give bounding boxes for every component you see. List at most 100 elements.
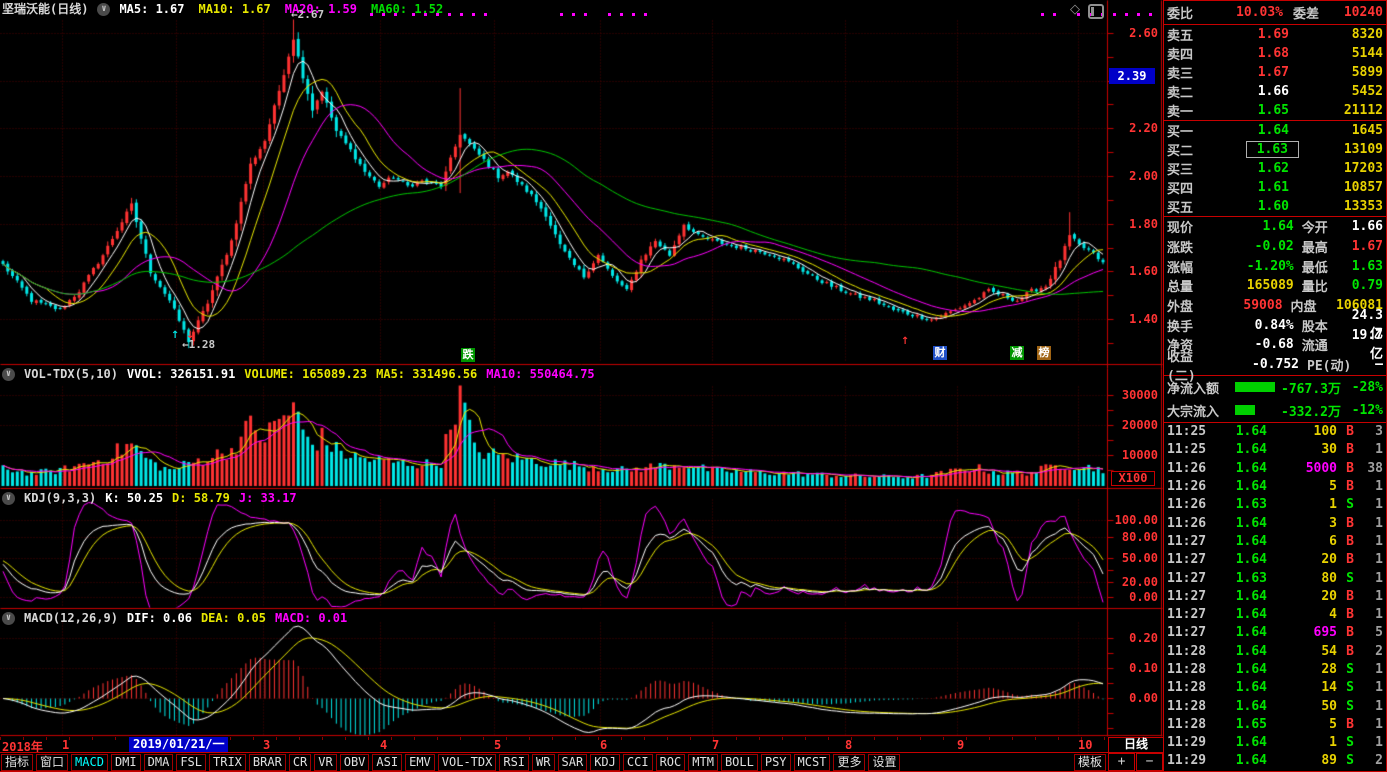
tick-time: 11:29 bbox=[1167, 735, 1211, 750]
toolbar-button-设置[interactable]: 设置 bbox=[868, 754, 900, 771]
sell-queue[interactable]: 卖五1.698320卖四1.685144卖三1.675899卖二1.665452… bbox=[1164, 25, 1386, 120]
queue-volume: 21112 bbox=[1289, 103, 1383, 118]
zoom-out-button[interactable]: − bbox=[1136, 753, 1163, 771]
collapse-chevron-icon[interactable]: ∨ bbox=[2, 492, 15, 505]
toolbar-button-mcst[interactable]: MCST bbox=[794, 754, 831, 771]
toolbar-button-obv[interactable]: OBV bbox=[340, 754, 370, 771]
order-queue-row[interactable]: 买一1.641645 bbox=[1164, 121, 1386, 140]
toolbar-button-vr[interactable]: VR bbox=[314, 754, 336, 771]
order-queue-row[interactable]: 买二1.6313109 bbox=[1164, 140, 1386, 159]
order-queue-row[interactable]: 卖一1.6521112 bbox=[1164, 101, 1386, 120]
timeline-axis[interactable]: 2018年 2019/01/21/一 1345678910 bbox=[0, 737, 1108, 752]
toolbar-button-macd[interactable]: MACD bbox=[71, 754, 108, 771]
indicator-toolbar-strip: 指标窗口MACDDMIDMAFSLTRIXBRARCRVROBVASIEMVVO… bbox=[0, 752, 1163, 772]
tick-count: 1 bbox=[1363, 680, 1383, 695]
toolbar-button-emv[interactable]: EMV bbox=[405, 754, 435, 771]
event-badge[interactable]: 减 bbox=[1010, 346, 1024, 360]
order-queue-row[interactable]: 买三1.6217203 bbox=[1164, 159, 1386, 178]
toolbar-button-cci[interactable]: CCI bbox=[623, 754, 653, 771]
toolbar-button-boll[interactable]: BOLL bbox=[721, 754, 758, 771]
signal-dot-icon bbox=[620, 13, 623, 16]
tick-volume: 30 bbox=[1267, 442, 1337, 457]
toolbar-button-fsl[interactable]: FSL bbox=[176, 754, 206, 771]
tick-count: 2 bbox=[1363, 644, 1383, 659]
tick-volume: 20 bbox=[1267, 589, 1337, 604]
tick-row: 11:261.645B1 bbox=[1164, 477, 1386, 495]
tick-volume: 4 bbox=[1267, 607, 1337, 622]
toolbar-button-mtm[interactable]: MTM bbox=[688, 754, 718, 771]
order-queue-row[interactable]: 卖四1.685144 bbox=[1164, 44, 1386, 63]
stat-label: 今开 bbox=[1302, 217, 1352, 236]
signal-dot-icon bbox=[460, 13, 463, 16]
order-queue-row[interactable]: 卖五1.698320 bbox=[1164, 25, 1386, 44]
toolbar-button-roc[interactable]: ROC bbox=[656, 754, 686, 771]
event-badge[interactable]: 财 bbox=[933, 346, 947, 360]
toolbar-button-dma[interactable]: DMA bbox=[144, 754, 174, 771]
price-axis-label: 1.60 bbox=[1109, 265, 1158, 277]
order-queue-row[interactable]: 卖二1.665452 bbox=[1164, 82, 1386, 101]
vol-header-value: MA10: 550464.75 bbox=[486, 366, 594, 382]
stat-label: 涨幅 bbox=[1167, 257, 1217, 276]
queue-price: 1.68 bbox=[1223, 46, 1289, 61]
kdj-header-value: D: 58.79 bbox=[172, 490, 230, 506]
tick-trade-list[interactable]: 11:251.64100B311:251.6430B111:261.645000… bbox=[1164, 423, 1386, 771]
volume-axis-label: 20000 bbox=[1109, 419, 1158, 431]
buy-queue[interactable]: 买一1.641645买二1.6313109买三1.6217203买四1.6110… bbox=[1164, 121, 1386, 216]
toolbar-button-dmi[interactable]: DMI bbox=[111, 754, 141, 771]
toolbar-button-trix[interactable]: TRIX bbox=[209, 754, 246, 771]
signal-dot-icon bbox=[1125, 13, 1128, 16]
toolbar-button-vol-tdx[interactable]: VOL-TDX bbox=[438, 754, 497, 771]
signal-dot-icon bbox=[1137, 13, 1140, 16]
period-label[interactable]: 日线 bbox=[1108, 737, 1164, 753]
stats-row: 现价1.64今开1.66 bbox=[1164, 217, 1386, 237]
tick-time: 11:27 bbox=[1167, 625, 1211, 640]
toolbar-button-指标[interactable]: 指标 bbox=[1, 754, 33, 771]
tick-count: 2 bbox=[1363, 753, 1383, 768]
tick-price: 1.64 bbox=[1211, 552, 1267, 567]
toolbar-button-rsi[interactable]: RSI bbox=[499, 754, 529, 771]
toolbar-button-窗口[interactable]: 窗口 bbox=[36, 754, 68, 771]
toolbar-button-brar[interactable]: BRAR bbox=[249, 754, 286, 771]
queue-price-value: 1.66 bbox=[1258, 84, 1289, 99]
collapse-chevron-icon[interactable]: ∨ bbox=[2, 612, 15, 625]
ma-label: MA10: 1.67 bbox=[198, 1, 270, 17]
zoom-in-button[interactable]: + bbox=[1108, 753, 1135, 771]
stats-row: 涨跌-0.02最高1.67 bbox=[1164, 237, 1386, 257]
order-queue-row[interactable]: 买五1.6013353 bbox=[1164, 197, 1386, 216]
stat-value: -0.752 bbox=[1219, 357, 1299, 372]
stat-label: 涨跌 bbox=[1167, 237, 1217, 256]
committee-row: 委比 10.03% 委差 10240 bbox=[1164, 1, 1386, 24]
template-button[interactable]: 模板 bbox=[1074, 754, 1106, 771]
vol-header-value: VOL-TDX(5,10) bbox=[24, 366, 118, 382]
event-badge[interactable]: 榜 bbox=[1037, 346, 1051, 360]
tick-count: 1 bbox=[1363, 497, 1383, 512]
vol-header-value: VOLUME: 165089.23 bbox=[244, 366, 367, 382]
panel-split-icon[interactable] bbox=[1088, 4, 1104, 19]
toolbar-button-更多[interactable]: 更多 bbox=[833, 754, 865, 771]
event-badge[interactable]: 跌 bbox=[461, 348, 475, 362]
toolbar-button-psy[interactable]: PSY bbox=[761, 754, 791, 771]
order-queue-row[interactable]: 买四1.6110857 bbox=[1164, 178, 1386, 197]
toolbar-button-cr[interactable]: CR bbox=[289, 754, 311, 771]
queue-price: 1.63 bbox=[1223, 142, 1289, 157]
stat-value: 165089 bbox=[1217, 278, 1294, 293]
signal-arrow-icon: ↑ bbox=[901, 336, 909, 347]
tick-time: 11:26 bbox=[1167, 479, 1211, 494]
order-queue-row[interactable]: 卖三1.675899 bbox=[1164, 63, 1386, 82]
toolbar-button-kdj[interactable]: KDJ bbox=[590, 754, 620, 771]
timeline-month-label: 10 bbox=[1078, 738, 1092, 752]
toolbar-button-sar[interactable]: SAR bbox=[558, 754, 588, 771]
signal-dot-icon bbox=[412, 13, 415, 16]
tick-price: 1.64 bbox=[1211, 735, 1267, 750]
diamond-icon[interactable]: ◇ bbox=[1070, 2, 1080, 17]
stat-label: 股本 bbox=[1302, 316, 1352, 335]
collapse-chevron-icon[interactable]: ∨ bbox=[2, 368, 15, 381]
stat-label: 外盘 bbox=[1167, 296, 1213, 315]
tick-count: 1 bbox=[1363, 516, 1383, 531]
price-axis-label: 2.00 bbox=[1109, 170, 1158, 182]
toolbar-button-wr[interactable]: WR bbox=[532, 754, 554, 771]
selected-date-highlight[interactable]: 2019/01/21/一 bbox=[129, 737, 228, 752]
collapse-chevron-icon[interactable]: ∨ bbox=[97, 3, 110, 16]
signal-arrow-icon: ↑ bbox=[171, 330, 179, 341]
toolbar-button-asi[interactable]: ASI bbox=[372, 754, 402, 771]
